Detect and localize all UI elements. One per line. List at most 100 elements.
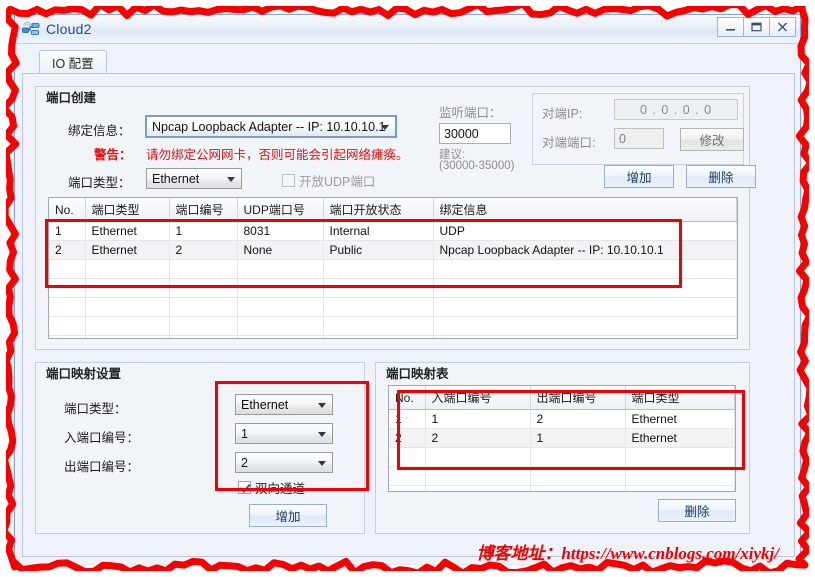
peer-ip-input[interactable]: 0 . 0 . 0 . 0 [614,99,738,120]
table-cell [530,447,626,467]
in-port-combo[interactable]: 1 [235,423,333,444]
mapping-table-element: No. 入端口编号 出端口编号 端口类型 1 1 2 Ethernet 2 2 1 Ethernet [389,386,735,491]
port-type-combo[interactable]: Ethernet [146,168,242,189]
table-cell [425,485,531,491]
table-row[interactable]: 1 Ethernet 1 8031 Internal UDP [49,221,737,241]
open-udp-port-label: 开放UDP端口 [299,175,376,189]
chevron-down-icon [318,460,326,466]
table-cell [237,297,324,317]
label-suggest-2: (30000-35000) [439,160,515,172]
table-row[interactable]: 1 1 2 Ethernet [389,409,735,429]
client-area: IO 配置 端口创建 绑定信息： Npcap Loopback Adapter … [15,44,800,564]
add-port-button[interactable]: 增加 [604,165,674,188]
group-port-map-settings: 端口映射设置 端口类型： Ethernet 入端口编号： 1 出端口编号： 2 [35,362,365,534]
table-cell [433,297,737,317]
mapping-table[interactable]: No. 入端口编号 出端口编号 端口类型 1 1 2 Ethernet 2 2 1 Ethernet [388,385,736,492]
bind-info-combo[interactable]: Npcap Loopback Adapter -- IP: 10.10.10.1 [145,115,397,138]
table-cell [625,447,735,467]
table-cell [49,297,86,317]
table-cell [425,466,531,486]
column-header[interactable]: UDP端口号 [237,198,324,222]
label-port-type: 端口类型： [68,176,131,190]
out-port-combo[interactable]: 2 [235,452,333,473]
label-listen-port: 监听端口： [439,106,502,120]
listen-port-value: 30000 [444,126,479,141]
table-cell [49,316,86,336]
minimize-button[interactable] [717,17,744,37]
table-cell [237,259,324,279]
table-cell: Ethernet [85,240,170,260]
table-cell: 2 [530,409,626,429]
column-header[interactable]: 端口类型 [625,386,735,410]
chevron-down-icon [318,402,326,408]
application-window: Cloud2 IO 配置 端口创建 绑定信息： Npcap Loopback A… [14,14,801,564]
window-controls [717,17,796,37]
table-row-empty[interactable] [49,335,737,338]
cloud-network-icon [22,21,40,37]
warning-text: 请勿绑定公网网卡，否则可能会引起网络瘫痪。 [146,148,409,162]
title-bar: Cloud2 [15,15,800,44]
group-port-map-table: 端口映射表 No. 入端口编号 出端口编号 端口类型 1 1 2 Ethernet 2 2 1 Et… [375,362,750,534]
delete-mapping-button[interactable]: 删除 [658,499,736,522]
column-header[interactable]: 端口类型 [85,198,170,222]
table-cell [85,278,170,298]
table-cell [237,278,324,298]
column-header[interactable]: No. [49,198,86,222]
label-peer-ip: 对端IP: [542,107,583,121]
table-cell [389,466,426,486]
table-row-empty[interactable] [389,447,735,467]
table-cell [530,485,626,491]
in-port-value: 1 [241,426,248,441]
chevron-down-icon [227,176,235,182]
label-warning: 警告： [94,148,132,162]
table-row-empty[interactable] [389,466,735,486]
port-table[interactable]: No. 端口类型 端口编号 UDP端口号 端口开放状态 绑定信息 1 Ethernet 1 80… [48,197,738,339]
table-row[interactable]: 2 2 1 Ethernet [389,428,735,448]
table-row-empty[interactable] [49,259,737,279]
table-header-row: No. 端口类型 端口编号 UDP端口号 端口开放状态 绑定信息 [49,198,737,222]
bidirectional-checkbox[interactable]: 双向通道 [238,478,305,497]
checkbox-box [282,174,295,187]
column-header[interactable]: 入端口编号 [425,386,531,410]
table-cell: 1 [389,409,426,429]
table-row[interactable]: 2 Ethernet 2 None Public Npcap Loopback Adapt… [49,240,737,260]
column-header[interactable]: 绑定信息 [433,198,737,222]
table-cell [323,297,434,317]
table-row-empty[interactable] [49,297,737,317]
column-header[interactable]: No. [389,386,426,410]
table-cell [323,316,434,336]
map-port-type-value: Ethernet [241,397,289,412]
delete-port-button[interactable]: 删除 [686,165,756,188]
map-port-type-combo[interactable]: Ethernet [235,394,333,415]
label-peer-port: 对端端口: [542,136,596,150]
peer-port-input[interactable]: 0 [614,128,664,149]
bidirectional-label: 双向通道 [255,482,306,496]
table-cell: 2 [389,428,426,448]
table-row-empty[interactable] [49,278,737,298]
table-row-empty[interactable] [389,485,735,491]
table-cell: Npcap Loopback Adapter -- IP: 10.10.10.1 [433,240,737,260]
table-cell [49,335,86,338]
open-udp-port-checkbox[interactable]: 开放UDP端口 [282,171,375,190]
table-cell [85,297,170,317]
table-cell [433,335,737,338]
column-header[interactable]: 端口编号 [169,198,238,222]
column-header[interactable]: 端口开放状态 [323,198,434,222]
maximize-button[interactable] [743,17,770,37]
tab-io-config[interactable]: IO 配置 [39,50,107,74]
port-type-value: Ethernet [152,171,200,186]
group-title-port-create: 端口创建 [35,86,123,107]
peer-ip-value: 0 . 0 . 0 . 0 [639,102,713,117]
table-cell [433,278,737,298]
add-mapping-button[interactable]: 增加 [249,504,327,527]
table-cell: 1 [530,428,626,448]
table-cell [433,316,737,336]
column-header[interactable]: 出端口编号 [530,386,626,410]
close-button[interactable] [769,17,796,37]
table-cell: Ethernet [625,409,735,429]
table-cell: 2 [425,428,531,448]
listen-port-input[interactable]: 30000 [439,123,511,144]
table-row-empty[interactable] [49,316,737,336]
modify-button[interactable]: 修改 [680,128,744,151]
tab-strip: IO 配置 [39,50,793,74]
